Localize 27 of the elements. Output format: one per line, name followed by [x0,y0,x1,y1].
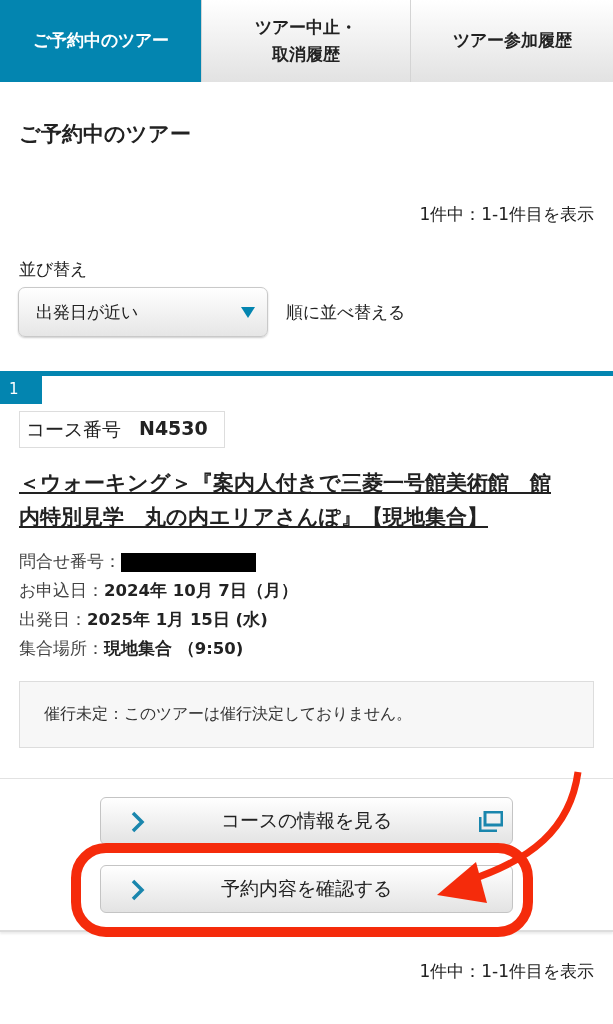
tab[interactable]: ご予約中のツアー [0,0,201,82]
dropdown-arrow-icon [241,306,255,318]
result-count: 1件中：1-1件目を表示 [418,203,595,226]
detail-label: 問合せ番号： [19,551,121,573]
result-count: 1件中：1-1件目を表示 [418,960,595,983]
action-button[interactable]: コースの情報を見る [100,797,513,845]
status-notice: 催行未定：このツアーは催行決定しておりません。 [19,681,594,748]
tour-title-link[interactable]: ＜ウォーキング＞『案内人付きで三菱一号館美術館 館内特別見学 丸の内エリアさんぽ』【現地集合】 [19,466,559,534]
chevron-icon [131,879,145,901]
detail-value: 現地集合 （9:50) [104,638,244,660]
detail-label: 集合場所： [19,638,104,660]
tab[interactable]: ツアー参加履歴 [410,0,613,82]
detail-label: お申込日： [19,580,104,602]
detail-label: 出発日： [19,609,87,631]
course-label: コース番号 [26,417,121,442]
page-heading: ご予約中のツアー [19,121,192,148]
item-number: 1 [0,376,42,404]
sort-select[interactable]: 出発日が近い [18,287,268,337]
chevron-icon [131,811,145,833]
action-button[interactable]: 予約内容を確認する [100,865,513,913]
new-window-icon [479,811,503,832]
tab[interactable]: ツアー中止・取消履歴 [201,0,410,82]
sort-suffix: 順に並べ替える [286,300,405,324]
detail-value: 2024年 10月 7日（月） [104,580,298,602]
sort-label: 並び替え [19,258,88,281]
detail-value: 2025年 1月 15日 (水) [87,609,268,631]
course-code: N4530 [139,417,208,441]
